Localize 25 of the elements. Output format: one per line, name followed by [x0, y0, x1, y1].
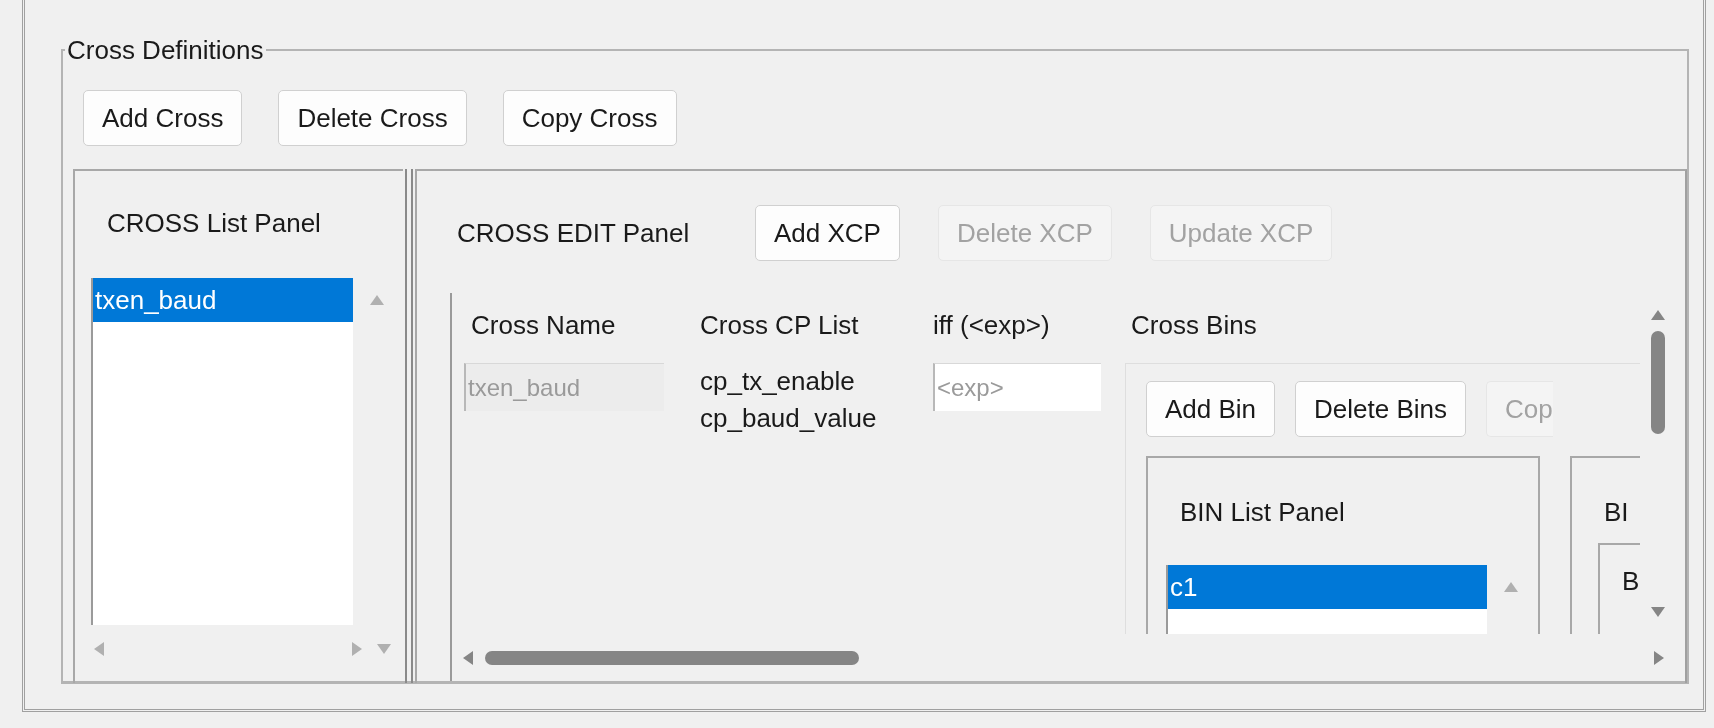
cp-list-item: cp_tx_enable — [700, 365, 856, 398]
button[interactable]: Copy Cross — [502, 90, 677, 146]
column-header: Cross CP List — [700, 309, 860, 342]
column-header: iff (<exp>) — [933, 309, 1051, 342]
iff-field[interactable]: <exp> — [933, 363, 1101, 411]
button[interactable]: Add Cross — [83, 90, 243, 146]
list-item[interactable]: txen_baud — [93, 278, 353, 322]
column-header: Cross Bins — [1131, 309, 1258, 342]
button[interactable]: Delete Cross — [278, 90, 467, 146]
group-title: Cross Definitions — [66, 34, 265, 66]
list-item[interactable]: c1 — [1168, 565, 1487, 609]
panel-title: BI — [1604, 496, 1630, 528]
scrollbar-thumb[interactable] — [1650, 331, 1665, 434]
button[interactable]: Delete Bins — [1295, 381, 1467, 437]
cp-list-item: cp_baud_value — [700, 402, 878, 435]
scrollbar-thumb[interactable] — [485, 650, 859, 665]
button[interactable]: Add Bin — [1146, 381, 1276, 437]
panel-title: CROSS EDIT Panel — [457, 217, 691, 249]
panel-title: CROSS List Panel — [107, 207, 322, 239]
split-divider[interactable] — [405, 169, 413, 683]
panel-title: BIN List Panel — [1180, 496, 1346, 528]
column-header: Cross Name — [471, 309, 617, 342]
cross-list[interactable]: txen_baud — [91, 278, 353, 625]
button[interactable]: Add XCP — [755, 205, 900, 261]
bin-list[interactable]: c1 — [1166, 565, 1487, 634]
